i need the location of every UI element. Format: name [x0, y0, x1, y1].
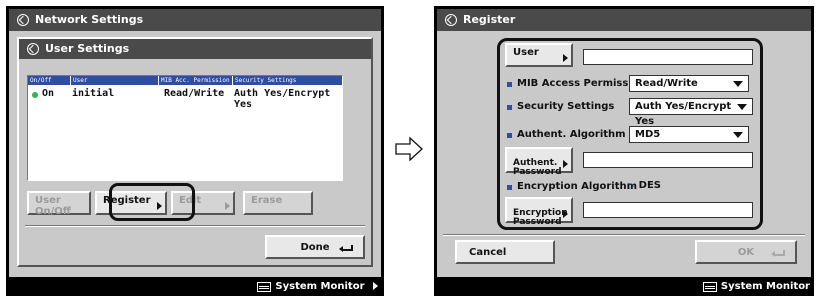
- ok-label: OK: [737, 247, 755, 258]
- settings-icon: [27, 43, 39, 55]
- cancel-button[interactable]: Cancel: [455, 240, 555, 264]
- system-monitor-label: System Monitor: [275, 281, 365, 292]
- col-header-user: User: [70, 76, 87, 85]
- col-header-mib: MIB Acc. Permission: [158, 76, 230, 85]
- user-settings-titlebar: User Settings: [19, 39, 371, 59]
- system-monitor-button[interactable]: System Monitor: [702, 278, 810, 296]
- table-header: On/Off User MIB Acc. Permission Security…: [28, 76, 342, 85]
- right-panel: Register User MIB Access Permission Read…: [434, 6, 814, 296]
- divider: [443, 234, 805, 236]
- left-panel: Network Settings User Settings On/Off Us…: [6, 6, 384, 296]
- cell-permission: Read/Write: [164, 88, 225, 99]
- col-header-security: Security Settings: [232, 76, 296, 85]
- dialog-title: User Settings: [45, 42, 130, 55]
- window-title: Register: [463, 13, 516, 26]
- system-monitor-label: System Monitor: [720, 281, 810, 292]
- settings-icon: [17, 14, 29, 26]
- user-table: On/Off User MIB Acc. Permission Security…: [27, 75, 343, 181]
- done-label: Done: [300, 242, 330, 253]
- form-highlight: [497, 38, 763, 230]
- next-step-arrow-icon: [395, 136, 423, 162]
- settings-icon: [445, 14, 457, 26]
- user-onoff-label: User On/Off: [35, 195, 71, 217]
- divider: [25, 225, 365, 227]
- cancel-label: Cancel: [469, 247, 507, 258]
- user-onoff-button[interactable]: User On/Off: [27, 191, 91, 217]
- cell-security: Auth Yes/Encrypt Yes: [234, 88, 331, 110]
- left-screen: Network Settings User Settings On/Off Us…: [9, 9, 381, 277]
- cell-user: initial: [72, 88, 115, 99]
- arrow-right-icon: [225, 202, 230, 210]
- arrow-right-icon: [373, 282, 378, 290]
- enter-icon: [771, 250, 785, 257]
- monitor-icon: [702, 282, 717, 292]
- monitor-icon: [257, 282, 272, 292]
- right-statusbar: System Monitor: [434, 278, 814, 296]
- user-settings-dialog: User Settings On/Off User MIB Acc. Permi…: [17, 37, 373, 267]
- system-monitor-button[interactable]: System Monitor: [257, 278, 378, 296]
- window-title: Network Settings: [35, 13, 144, 26]
- network-settings-titlebar: Network Settings: [9, 9, 381, 31]
- status-on-icon: [32, 92, 38, 98]
- col-header-onoff: On/Off: [30, 77, 52, 84]
- ok-button[interactable]: OK: [695, 240, 797, 264]
- erase-button[interactable]: Erase: [243, 191, 313, 215]
- table-row[interactable]: On initial Read/Write Auth Yes/Encrypt Y…: [28, 88, 342, 110]
- done-button[interactable]: Done: [265, 235, 365, 259]
- right-screen: Register User MIB Access Permission Read…: [437, 9, 811, 277]
- erase-label: Erase: [251, 195, 283, 206]
- register-highlight: [109, 183, 195, 221]
- register-titlebar: Register: [437, 9, 811, 31]
- enter-icon: [339, 245, 353, 252]
- left-statusbar: System Monitor: [6, 278, 384, 296]
- cell-status: On: [42, 88, 55, 99]
